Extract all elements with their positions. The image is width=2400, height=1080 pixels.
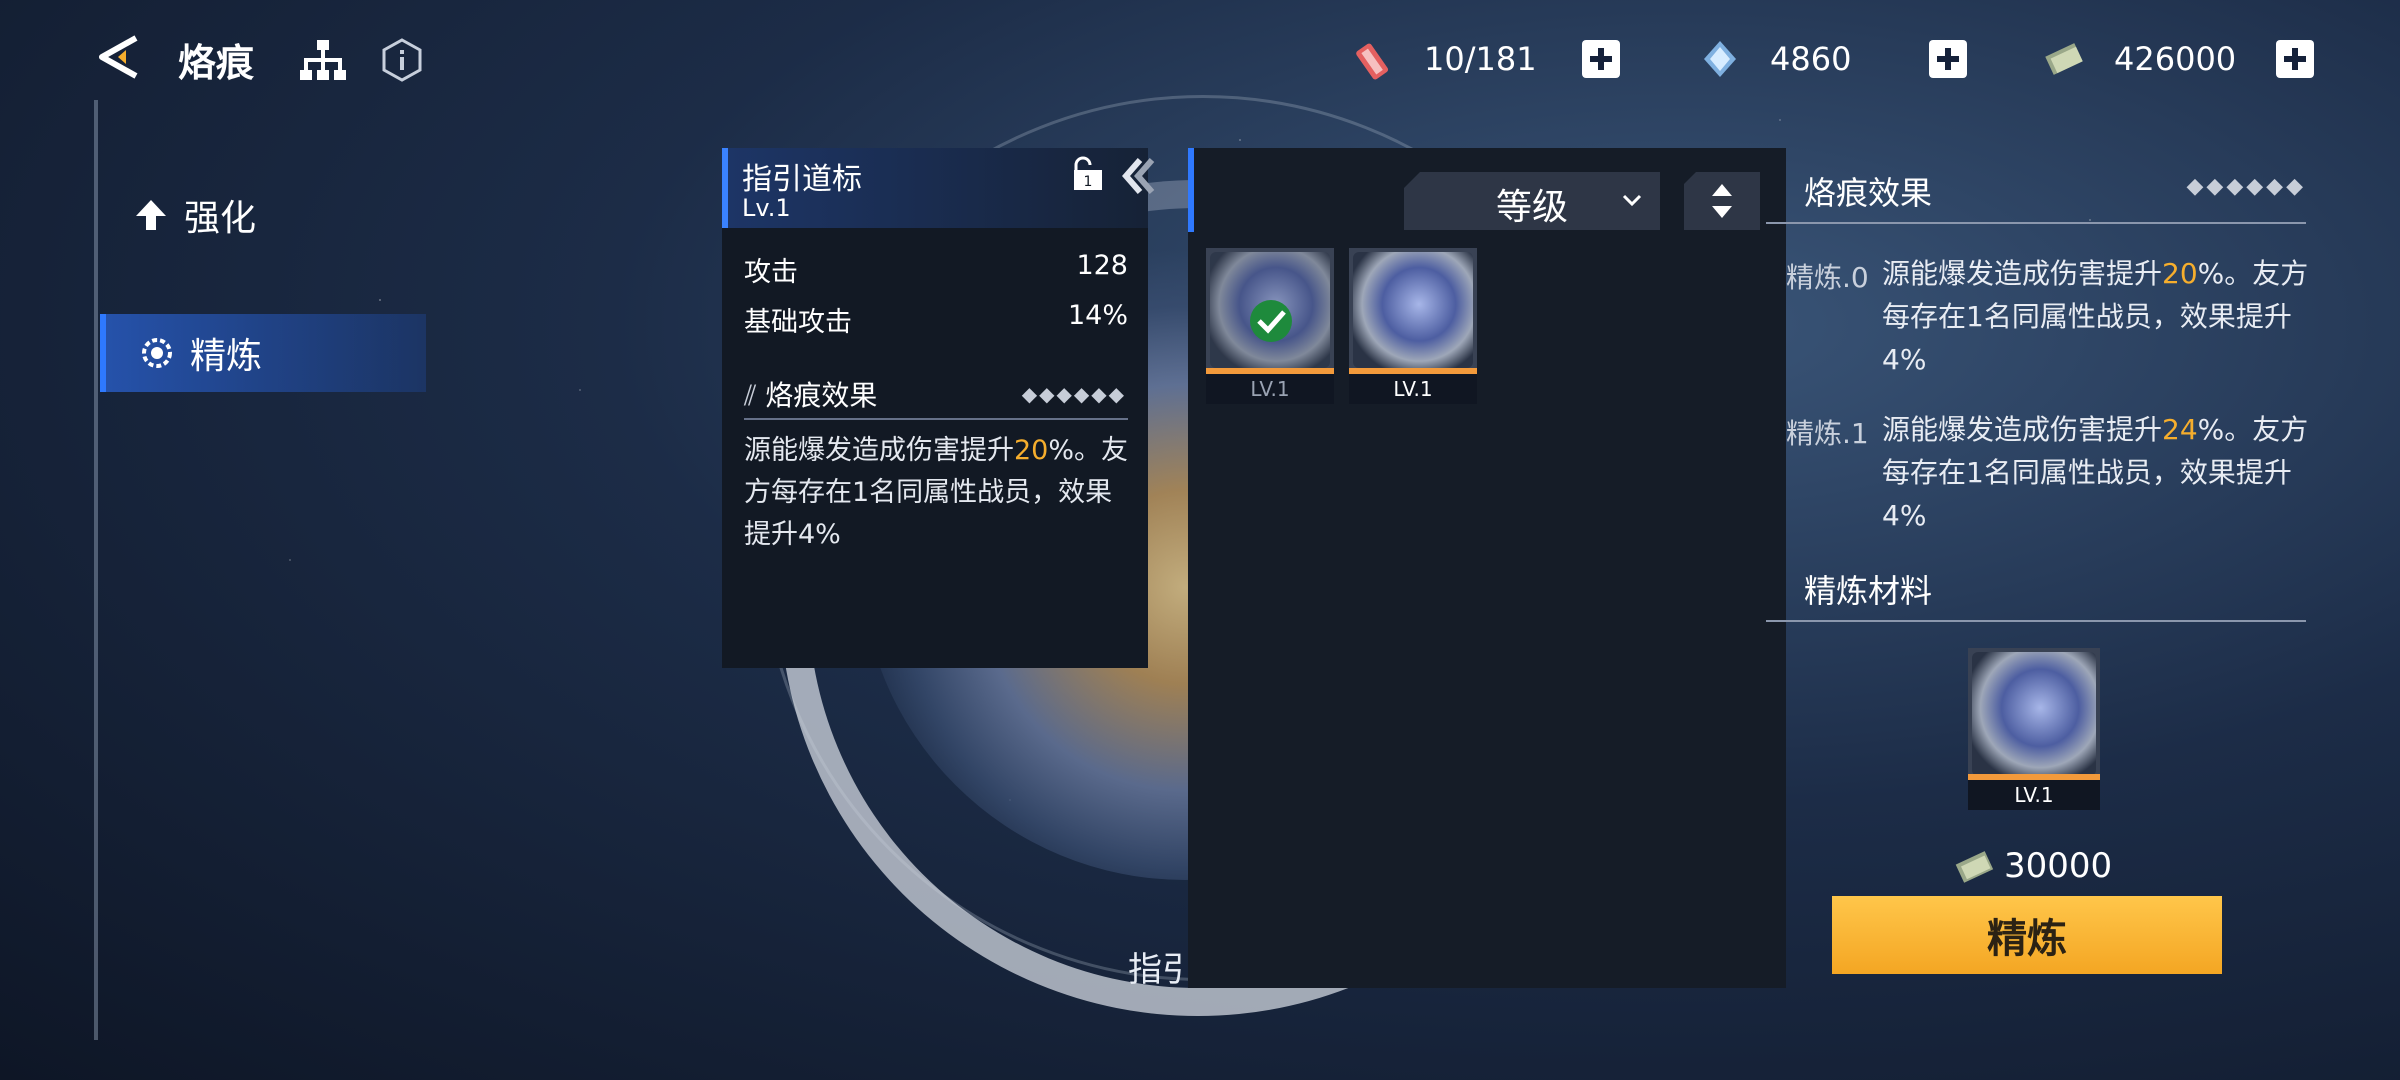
effect-title: 烙痕效果: [1804, 174, 1933, 212]
crystal-gem-icon: [1704, 41, 1736, 77]
hierarchy-icon[interactable]: [298, 38, 348, 84]
resource-cash: 426000: [2042, 34, 2236, 84]
arrow-up-icon: [136, 200, 166, 230]
menu-item-upgrade[interactable]: 强化: [100, 176, 420, 254]
stat-label-attack: 攻击: [744, 257, 798, 288]
inventory-item-2[interactable]: LV.1: [1349, 248, 1477, 404]
materials-title: 精炼材料: [1804, 572, 1933, 610]
menu-item-label: 精炼: [190, 336, 263, 377]
menu-item-refine[interactable]: 精炼: [100, 314, 426, 392]
refine-level-0-label: 精炼.0: [1786, 261, 1869, 294]
sort-label: 等级: [1496, 187, 1569, 228]
sort-order-toggle[interactable]: [1684, 172, 1760, 230]
effect-highlight: 20: [1014, 435, 1049, 466]
cash-icon: [2045, 43, 2083, 75]
item-level-label: LV.1: [1206, 374, 1334, 404]
refine-highlight: 20: [2162, 257, 2198, 290]
refine-level-0-text: 源能爆发造成伤害提升20%。友方每存在1名同属性战员，效果提升4%: [1882, 252, 2312, 381]
menu-item-label: 强化: [184, 198, 257, 239]
page-title: 烙痕: [178, 41, 255, 85]
stamina-value: 10/181: [1424, 40, 1537, 78]
chevron-down-icon: [1622, 194, 1642, 207]
refine-level-1-text: 源能爆发造成伤害提升24%。友方每存在1名同属性战员，效果提升4%: [1882, 408, 2312, 537]
menu-rail: [94, 100, 98, 1040]
info-icon[interactable]: [380, 38, 424, 82]
rank-diamonds: ◆◆◆◆◆◆: [1021, 382, 1126, 406]
stat-value-base-attack: 14%: [1067, 300, 1128, 331]
gear-icon: [142, 338, 172, 368]
refine-level-1-label: 精炼.1: [1786, 417, 1869, 450]
item-level-label: LV.1: [1349, 374, 1477, 404]
stripes-icon: ⫽: [744, 379, 757, 412]
refine-effect-header: 烙痕效果 ◆◆◆◆◆◆: [1766, 168, 2306, 224]
crystal-value: 4860: [1770, 40, 1852, 78]
refine-cost: 30000: [1952, 846, 2112, 886]
cash-icon: [1955, 851, 1994, 883]
back-arrow-icon[interactable]: [96, 34, 142, 80]
resource-stamina: 10/181: [1352, 34, 1537, 84]
unlock-icon[interactable]: 1: [1068, 156, 1108, 192]
add-stamina-button[interactable]: [1582, 40, 1620, 78]
material-thumbnail: [1972, 652, 2096, 776]
refine-highlight: 24: [2162, 413, 2198, 446]
resource-crystal: 4860: [1698, 34, 1851, 84]
material-level: LV.1: [1968, 780, 2100, 810]
effect-title: 烙痕效果: [765, 379, 878, 412]
effect-text-pre: 源能爆发造成伤害提升: [744, 435, 1014, 466]
cost-value: 30000: [2004, 846, 2113, 886]
inventory-item-1[interactable]: LV.1: [1206, 248, 1334, 404]
refine-button[interactable]: 精炼: [1832, 896, 2222, 974]
collapse-chevron-icon[interactable]: [1118, 156, 1158, 196]
check-icon: [1250, 300, 1292, 342]
stat-label-base-attack: 基础攻击: [744, 307, 852, 338]
stat-value-attack: 128: [1076, 250, 1128, 281]
item-level: Lv.1: [742, 194, 791, 222]
effect-description: 源能爆发造成伤害提升20%。友方每存在1名同属性战员，效果提升4%: [744, 430, 1134, 556]
sort-dropdown[interactable]: 等级: [1404, 172, 1660, 230]
sort-order-icon: [1712, 184, 1732, 218]
refine-text-pre: 源能爆发造成伤害提升: [1882, 257, 2163, 290]
top-bar: 烙痕 10/181 4860 426000: [0, 0, 2400, 120]
add-cash-button[interactable]: [2276, 40, 2314, 78]
refine-materials-header: 精炼材料: [1766, 566, 2306, 622]
item-name: 指引道标: [742, 162, 862, 197]
svg-text:1: 1: [1084, 174, 1093, 190]
panel-accent: [1188, 148, 1194, 232]
add-crystal-button[interactable]: [1929, 40, 1967, 78]
card-header: 指引道标 Lv.1 1: [722, 148, 1155, 228]
rank-diamonds: ◆◆◆◆◆◆: [2186, 174, 2306, 199]
refine-text-pre: 源能爆发造成伤害提升: [1882, 413, 2163, 446]
item-thumbnail: [1353, 252, 1473, 368]
cash-value: 426000: [2114, 40, 2237, 78]
material-slot[interactable]: LV.1: [1968, 648, 2100, 810]
stamina-ticket-icon: [1356, 43, 1389, 80]
effect-section-header: ⫽ 烙痕效果 ◆◆◆◆◆◆: [744, 374, 1128, 420]
item-detail-card: 指引道标 Lv.1 1 攻击 128 基础攻击 14% ⫽ 烙痕效果 ◆◆◆◆◆…: [722, 148, 1155, 668]
